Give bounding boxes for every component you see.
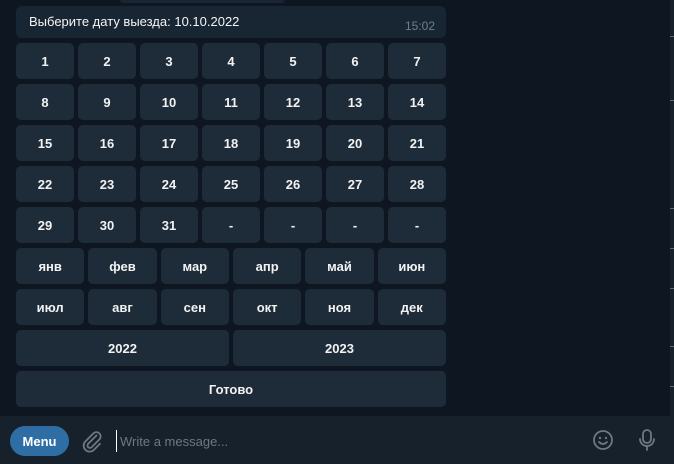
message-bubble: Выберите дату выезда: 10.10.2022 15:02 <box>16 6 446 38</box>
day-key[interactable]: - <box>202 207 260 243</box>
message-composer: Menu <box>0 416 674 464</box>
day-key[interactable]: 6 <box>326 43 384 79</box>
day-key[interactable]: 2 <box>78 43 136 79</box>
day-row: 1234567 <box>16 43 446 79</box>
month-key[interactable]: июн <box>377 248 446 284</box>
day-key[interactable]: 31 <box>140 207 198 243</box>
day-key[interactable]: 24 <box>140 166 198 202</box>
month-key[interactable]: ноя <box>305 289 374 325</box>
month-key[interactable]: янв <box>16 248 85 284</box>
day-key[interactable]: 25 <box>202 166 260 202</box>
done-button[interactable]: Готово <box>16 371 446 407</box>
day-key[interactable]: - <box>388 207 446 243</box>
message-text: Выберите дату выезда: 10.10.2022 <box>29 14 240 29</box>
day-key[interactable]: 7 <box>388 43 446 79</box>
month-key[interactable]: сен <box>160 289 229 325</box>
day-key[interactable]: 13 <box>326 84 384 120</box>
month-key[interactable]: фев <box>88 248 157 284</box>
month-key[interactable]: май <box>305 248 374 284</box>
message-time: 15:02 <box>404 19 435 33</box>
day-key[interactable]: 10 <box>140 84 198 120</box>
day-key[interactable]: 23 <box>78 166 136 202</box>
day-key[interactable]: - <box>326 207 384 243</box>
day-key[interactable]: 22 <box>16 166 74 202</box>
day-key[interactable]: 12 <box>264 84 322 120</box>
previous-message-edge <box>120 0 285 3</box>
day-key[interactable]: 1 <box>16 43 74 79</box>
month-row: янв фев мар апр май июн <box>16 248 446 284</box>
day-key[interactable]: 14 <box>388 84 446 120</box>
day-row: 22 23 24 25 26 27 28 <box>16 166 446 202</box>
month-row: июл авг сен окт ноя дек <box>16 289 446 325</box>
year-key[interactable]: 2023 <box>233 330 446 366</box>
month-key[interactable]: мар <box>160 248 229 284</box>
day-key[interactable]: 30 <box>78 207 136 243</box>
day-key[interactable]: 29 <box>16 207 74 243</box>
day-key[interactable]: 11 <box>202 84 260 120</box>
day-key[interactable]: 17 <box>140 125 198 161</box>
day-key[interactable]: 15 <box>16 125 74 161</box>
smiley-icon[interactable] <box>592 429 614 451</box>
month-key[interactable]: окт <box>232 289 302 325</box>
month-key[interactable]: дек <box>377 289 446 325</box>
day-key[interactable]: 3 <box>140 43 198 79</box>
message-input[interactable] <box>116 430 560 452</box>
day-key[interactable]: 28 <box>388 166 446 202</box>
day-key[interactable]: 9 <box>78 84 136 120</box>
day-key[interactable]: 18 <box>202 125 260 161</box>
day-row: 29 30 31- - - - <box>16 207 446 243</box>
year-row: 2022 2023 <box>16 330 446 366</box>
day-key[interactable]: 21 <box>388 125 446 161</box>
day-key[interactable]: 27 <box>326 166 384 202</box>
menu-button[interactable]: Menu <box>10 426 69 456</box>
day-key[interactable]: 16 <box>78 125 136 161</box>
day-key[interactable]: - <box>264 207 322 243</box>
day-key[interactable]: 4 <box>202 43 260 79</box>
month-key[interactable]: авг <box>88 289 157 325</box>
paperclip-icon[interactable] <box>80 429 104 453</box>
done-row: Готово <box>16 371 446 407</box>
year-key[interactable]: 2022 <box>16 330 229 366</box>
chat-area: Выберите дату выезда: 10.10.2022 15:02 1… <box>0 0 670 416</box>
day-key[interactable]: 26 <box>264 166 322 202</box>
day-key[interactable]: 8 <box>16 84 74 120</box>
month-key[interactable]: июл <box>16 289 85 325</box>
side-panel-edge <box>670 0 674 416</box>
day-row: 15 16 17 18 19 20 21 <box>16 125 446 161</box>
day-row: 8 9 10 11 12 13 14 <box>16 84 446 120</box>
day-key[interactable]: 5 <box>264 43 322 79</box>
day-key[interactable]: 20 <box>326 125 384 161</box>
day-key[interactable]: 19 <box>264 125 322 161</box>
month-key[interactable]: апр <box>232 248 302 284</box>
microphone-icon[interactable] <box>636 428 658 452</box>
